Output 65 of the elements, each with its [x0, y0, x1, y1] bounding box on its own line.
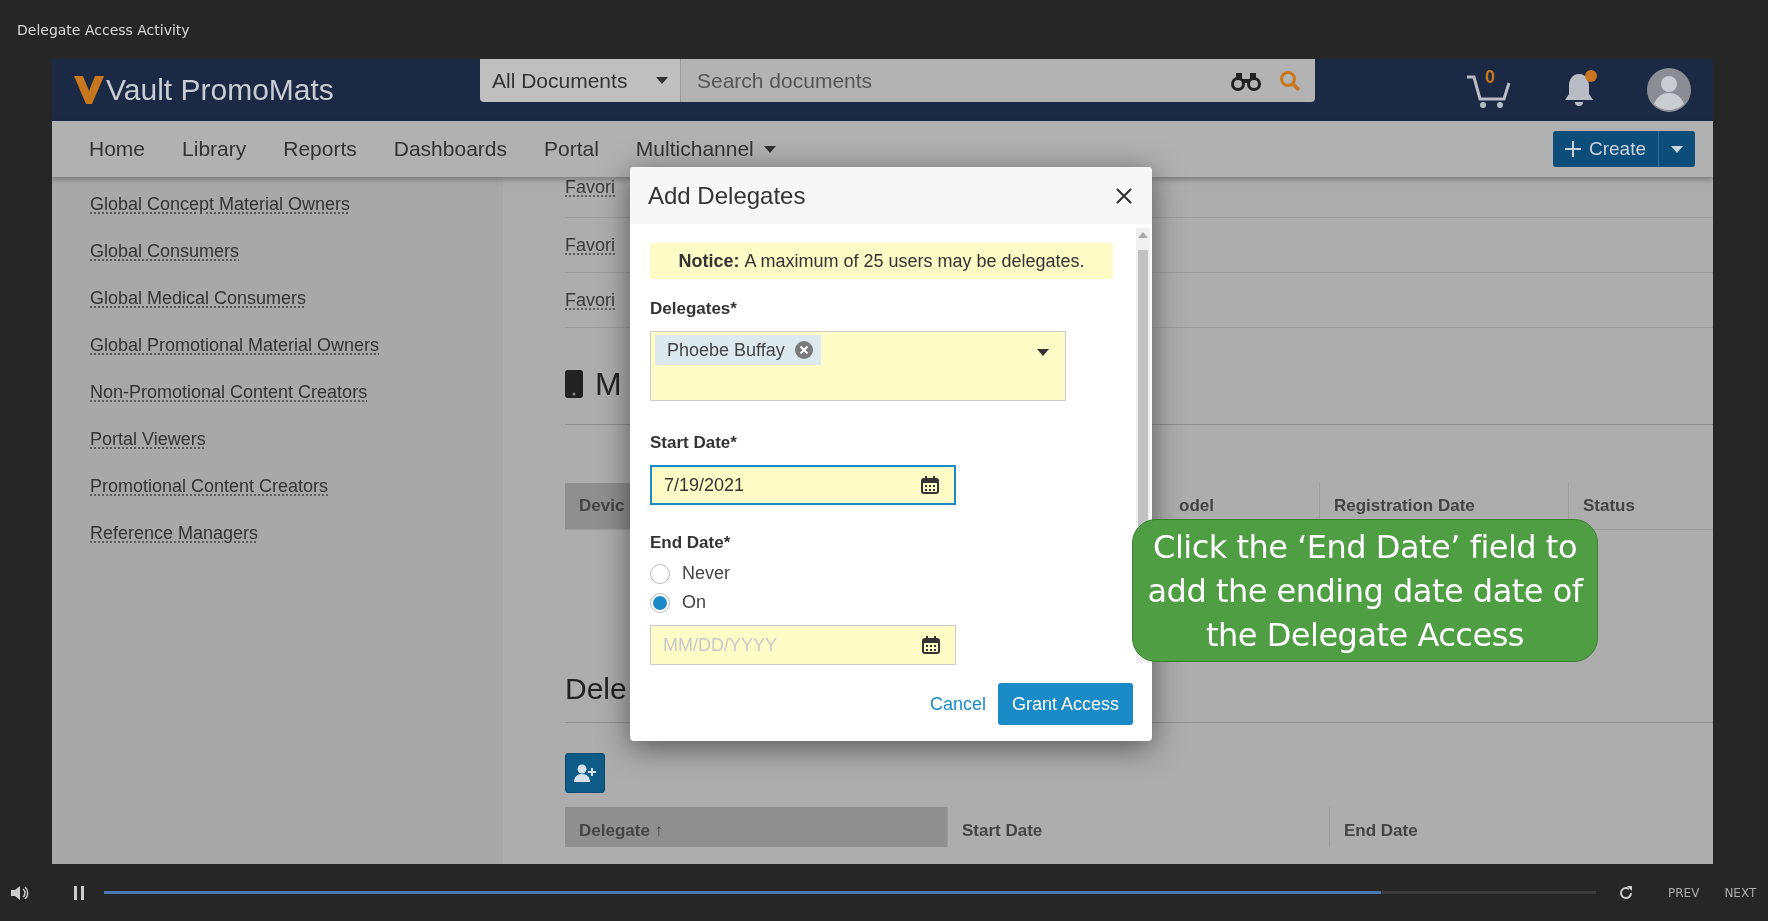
dialog-title: Add Delegates	[648, 181, 806, 210]
notifications-button[interactable]	[1563, 72, 1595, 108]
next-button[interactable]: NEXT	[1724, 885, 1757, 900]
add-user-icon[interactable]	[574, 764, 596, 782]
plus-icon[interactable]	[1564, 141, 1581, 157]
nav-tab[interactable]: Multichannel	[635, 137, 776, 161]
brand-name: Vault PromoMats	[106, 73, 334, 107]
scope-dropdown[interactable]: All Documents	[480, 59, 680, 102]
sidebar-link[interactable]: Global Concept Material Owners	[90, 191, 351, 217]
logo-icon	[74, 76, 104, 104]
calendar-icon[interactable]	[921, 635, 941, 655]
field-label: Start Date*	[650, 433, 738, 454]
favorite-link[interactable]: Favori	[565, 234, 615, 256]
phone-icon	[565, 370, 583, 398]
field-label: Delegates*	[650, 299, 738, 320]
pause-icon[interactable]	[74, 885, 84, 900]
nav-tab[interactable]: Dashboards	[393, 137, 507, 161]
favorite-link[interactable]: Favori	[565, 177, 615, 198]
search-box[interactable]: Search documents	[680, 59, 1315, 102]
grant-access-button[interactable]: Grant Access	[997, 683, 1133, 725]
column-header: odel	[1178, 495, 1215, 517]
progress-bar[interactable]	[104, 891, 1596, 894]
binoculars-icon[interactable]	[1231, 70, 1261, 91]
column-header: End Date	[1329, 807, 1711, 847]
caret-icon[interactable]	[1671, 145, 1683, 153]
radio-option[interactable]: Never	[650, 563, 1130, 584]
nav-tab[interactable]: Reports	[283, 137, 357, 161]
cart-button[interactable]: 0	[1465, 71, 1511, 109]
radio-option[interactable]: On	[650, 592, 1130, 613]
sidebar-link[interactable]: Reference Managers	[90, 520, 259, 546]
nav-tab[interactable]: Home	[89, 137, 146, 161]
sidebar-link[interactable]: Non-Promotional Content Creators	[90, 379, 368, 405]
prev-button[interactable]: PREV	[1668, 885, 1700, 900]
calendar-icon[interactable]	[920, 475, 940, 495]
lesson-title: Delegate Access Activity	[17, 21, 190, 38]
replay-icon[interactable]	[1618, 884, 1634, 901]
caret-icon[interactable]	[763, 145, 776, 153]
avatar-icon[interactable]	[1647, 68, 1691, 112]
column-header: Start Date	[947, 807, 1329, 847]
instruction-tooltip: Click the ‘End Date’ field to add the ending date date of the Delegate Access	[1132, 519, 1598, 662]
nav-tab[interactable]: Library	[182, 137, 247, 161]
favorite-link[interactable]: Favori	[565, 289, 615, 311]
caret-icon[interactable]	[1037, 349, 1049, 356]
nav-tab[interactable]: Portal	[544, 137, 599, 161]
remove-icon[interactable]	[794, 341, 813, 359]
sidebar-link[interactable]: Global Consumers	[90, 238, 240, 264]
sidebar-link[interactable]: Portal Viewers	[90, 426, 206, 452]
cancel-link[interactable]: Cancel	[929, 693, 986, 715]
sidebar-link[interactable]: Global Promotional Material Owners	[90, 332, 380, 358]
start-date-box[interactable]: 7/19/2021	[650, 465, 956, 505]
caret-icon[interactable]	[656, 77, 668, 84]
field-label: End Date*	[650, 533, 732, 554]
sidebar-link[interactable]: Promotional Content Creators	[90, 473, 329, 499]
search-field[interactable]: Search documents	[695, 67, 1213, 94]
close-icon[interactable]	[1114, 185, 1134, 206]
section-heading: M	[595, 365, 622, 403]
delegate-chip[interactable]: Phoebe Buffay	[655, 335, 821, 365]
create-button[interactable]: Create	[1552, 131, 1695, 167]
delegates-field[interactable]: Phoebe Buffay	[650, 331, 1066, 401]
volume-icon[interactable]	[11, 885, 29, 900]
sidebar-link[interactable]: Global Medical Consumers	[90, 285, 307, 311]
notice-banner: Notice: A maximum of 25 users may be delegates.	[650, 243, 1113, 279]
start-date-field[interactable]: 7/19/2021	[664, 474, 912, 496]
add-user-button[interactable]	[565, 753, 605, 793]
column-header: Delegate ↑	[565, 807, 947, 847]
